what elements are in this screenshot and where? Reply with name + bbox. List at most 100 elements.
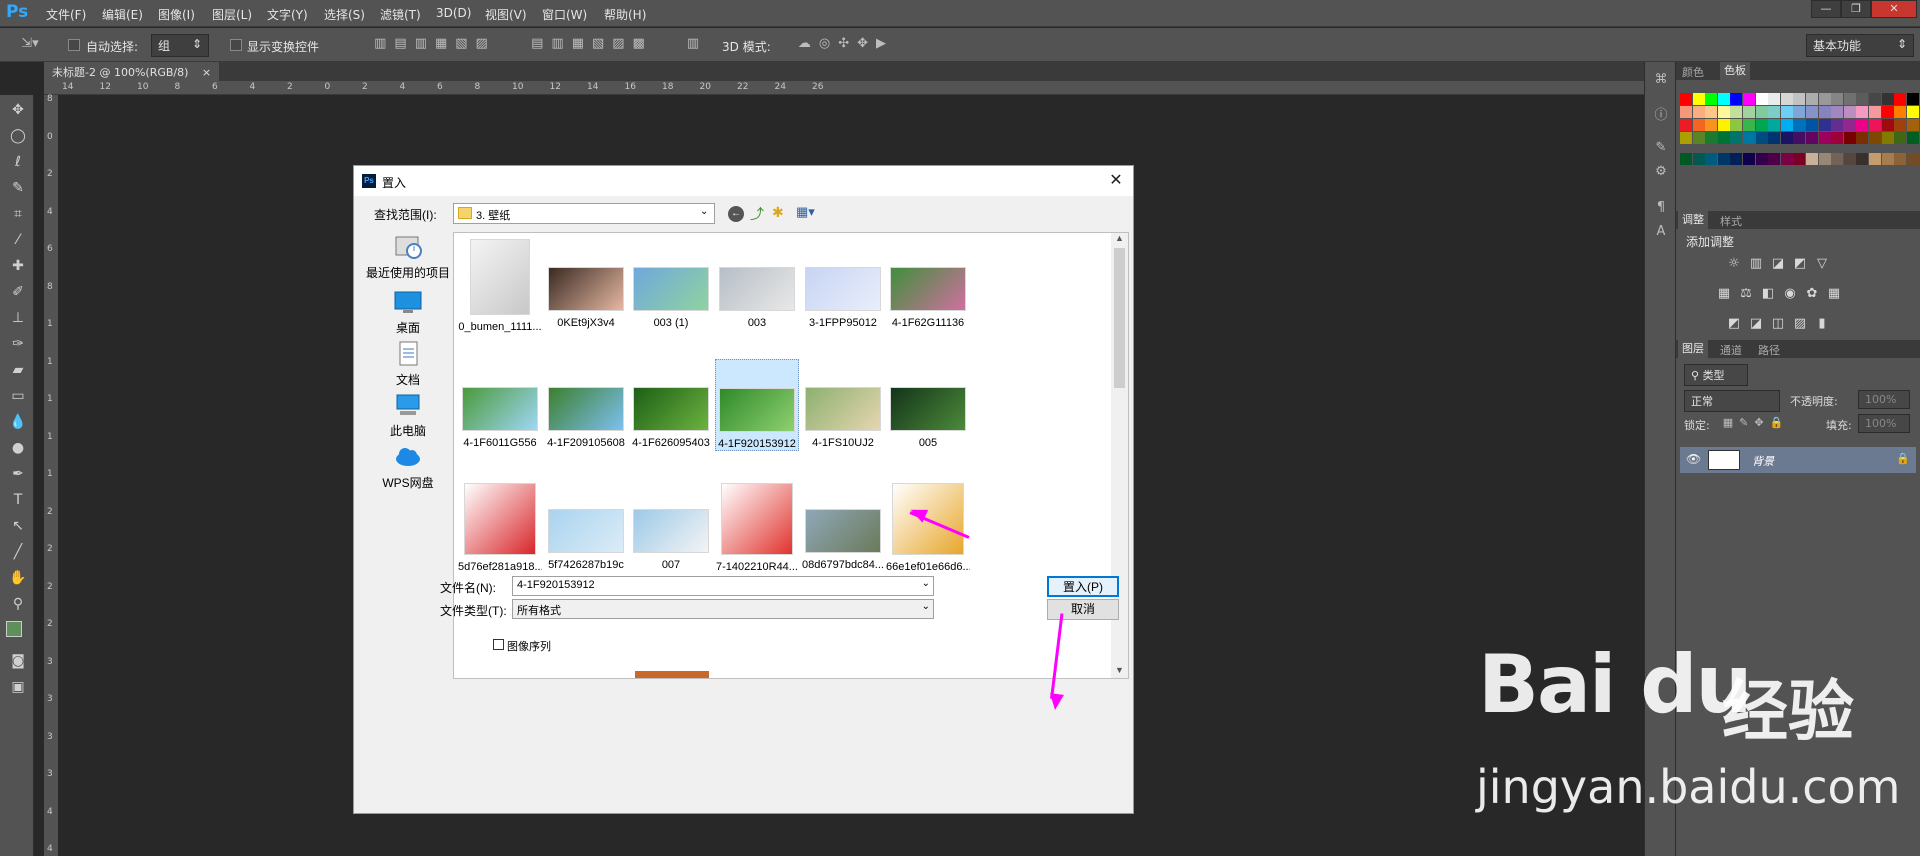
color-swatch[interactable] xyxy=(1881,153,1894,165)
move-tool-preset-icon[interactable]: ⇲▾ xyxy=(20,36,40,51)
color-swatch[interactable] xyxy=(1692,119,1705,131)
distribute-icons[interactable]: ▤▥▦▧▨▩ xyxy=(512,36,672,51)
curves-icon[interactable]: ◪ xyxy=(1770,257,1786,271)
color-swatch[interactable] xyxy=(1881,132,1894,144)
lock-icons[interactable]: ▦✎✥🔒 xyxy=(1716,416,1796,429)
auto-select-checkbox[interactable] xyxy=(68,39,80,51)
file-item[interactable]: 0KEt9jX3v4 xyxy=(544,239,628,329)
fill-input[interactable]: 100% xyxy=(1858,414,1910,433)
color-swatch[interactable] xyxy=(1692,106,1705,118)
threshold-icon[interactable]: ◫ xyxy=(1770,317,1786,331)
color-swatch[interactable] xyxy=(1806,93,1818,105)
color-swatch[interactable] xyxy=(1843,119,1856,131)
path-select-tool-icon[interactable]: ↖ xyxy=(8,516,28,536)
color-swatch[interactable] xyxy=(1806,119,1818,131)
color-swatch[interactable] xyxy=(1717,106,1730,118)
color-swatch[interactable] xyxy=(1743,93,1755,105)
restore-icon[interactable]: ❐ xyxy=(1841,0,1871,18)
tab-styles[interactable]: 样式 xyxy=(1720,213,1742,229)
filetype-dropdown[interactable]: 所有格式 ⌄ xyxy=(512,599,934,619)
clone-source-icon[interactable]: ⚙ xyxy=(1653,164,1669,179)
color-swatch[interactable] xyxy=(1680,106,1692,118)
color-swatch[interactable] xyxy=(1692,153,1705,165)
file-item[interactable]: 4-1F626095403 xyxy=(629,359,713,449)
place-button[interactable]: 置入(P) xyxy=(1047,576,1119,597)
eye-icon[interactable]: 👁 xyxy=(1686,452,1701,466)
image-sequence-checkbox[interactable] xyxy=(493,639,504,650)
gradient-tool-icon[interactable]: ▭ xyxy=(8,386,28,406)
photo-filter-icon[interactable]: ◉ xyxy=(1782,287,1798,301)
color-swatch[interactable] xyxy=(1906,119,1919,131)
blend-mode-dropdown[interactable]: 正常 xyxy=(1684,390,1780,412)
color-swatch[interactable] xyxy=(1717,119,1730,131)
tab-layers[interactable]: 图层 xyxy=(1678,340,1708,358)
color-swatch[interactable] xyxy=(1894,153,1907,165)
color-swatch[interactable] xyxy=(1818,106,1831,118)
swatches-grid[interactable] xyxy=(1680,93,1919,177)
file-item[interactable]: 7-1402210R44... xyxy=(715,481,799,573)
menu-edit[interactable]: 编辑(E) xyxy=(102,6,143,23)
color-lookup-icon[interactable]: ▦ xyxy=(1826,287,1842,301)
gradient-map-icon[interactable]: ▮ xyxy=(1814,317,1830,331)
color-swatch[interactable] xyxy=(1755,106,1768,118)
color-swatch[interactable] xyxy=(1680,132,1692,144)
color-swatch[interactable] xyxy=(1818,132,1831,144)
menu-type[interactable]: 文字(Y) xyxy=(267,6,308,23)
place-this-pc[interactable]: 此电脑 xyxy=(364,391,452,439)
scrollbar-thumb[interactable] xyxy=(1114,248,1125,388)
character-icon[interactable]: A xyxy=(1653,224,1669,239)
levels-icon[interactable]: ▥ xyxy=(1748,257,1764,271)
eyedropper-tool-icon[interactable]: ⁄ xyxy=(8,230,28,250)
menu-window[interactable]: 窗口(W) xyxy=(542,6,587,23)
color-swatch[interactable] xyxy=(1831,132,1844,144)
close-window-icon[interactable]: ✕ xyxy=(1871,0,1917,18)
color-balance-icon[interactable]: ⚖ xyxy=(1738,287,1754,301)
new-folder-icon[interactable]: ✱ xyxy=(772,204,790,222)
color-swatch[interactable] xyxy=(1680,119,1692,131)
file-item[interactable]: 0_bumen_1111... xyxy=(458,239,542,333)
color-swatch[interactable] xyxy=(1768,93,1781,105)
color-swatch[interactable] xyxy=(1780,132,1793,144)
color-swatch[interactable] xyxy=(1793,93,1806,105)
color-swatch[interactable] xyxy=(1894,132,1907,144)
color-swatch[interactable] xyxy=(1780,153,1793,165)
color-swatch[interactable] xyxy=(1755,153,1768,165)
color-swatch[interactable] xyxy=(1793,132,1806,144)
close-tab-icon[interactable]: × xyxy=(202,66,211,79)
auto-select-dropdown[interactable]: 组 ⇕ xyxy=(151,34,209,57)
place-wps-cloud[interactable]: WPS网盘 xyxy=(364,443,452,491)
color-swatch[interactable] xyxy=(1856,93,1869,105)
3d-mode-icons[interactable]: ☁◎✣✥▶ xyxy=(786,36,906,51)
color-swatch[interactable] xyxy=(1843,93,1856,105)
color-swatch[interactable] xyxy=(1831,119,1844,131)
color-swatch[interactable] xyxy=(1743,106,1755,118)
color-swatch[interactable] xyxy=(1894,106,1907,118)
color-swatch[interactable] xyxy=(1730,132,1743,144)
color-swatch[interactable] xyxy=(1869,132,1881,144)
vibrance-icon[interactable]: ▽ xyxy=(1814,257,1830,271)
color-swatch[interactable] xyxy=(1692,132,1705,144)
layer-filter-dropdown[interactable]: ⚲ 类型 xyxy=(1684,364,1748,386)
history-icon[interactable]: ⌘ xyxy=(1653,72,1669,87)
workspace-dropdown[interactable]: 基本功能 ⇕ xyxy=(1806,34,1914,57)
color-swatch[interactable] xyxy=(1856,106,1869,118)
color-swatch[interactable] xyxy=(1717,153,1730,165)
cancel-button[interactable]: 取消 xyxy=(1047,599,1119,620)
color-swatch[interactable] xyxy=(1869,93,1881,105)
color-swatch[interactable] xyxy=(1780,93,1793,105)
menu-filter[interactable]: 滤镜(T) xyxy=(380,6,421,23)
file-item[interactable]: 08d6797bdc84... xyxy=(801,481,885,571)
menu-layer[interactable]: 图层(L) xyxy=(212,6,252,23)
file-item[interactable]: 4-1F62G11136 xyxy=(886,239,970,329)
color-swatch[interactable] xyxy=(1856,132,1869,144)
color-swatch[interactable] xyxy=(1793,106,1806,118)
color-swatch[interactable] xyxy=(1705,153,1718,165)
place-desktop[interactable]: 桌面 xyxy=(364,288,452,336)
posterize-icon[interactable]: ◪ xyxy=(1748,317,1764,331)
filename-input[interactable]: 4-1F920153912 ⌄ xyxy=(512,576,934,596)
brush-tool-icon[interactable]: ✐ xyxy=(8,282,28,302)
color-swatch[interactable] xyxy=(1894,119,1907,131)
color-swatch[interactable] xyxy=(1869,106,1881,118)
up-folder-icon[interactable]: ⤴ xyxy=(750,204,768,222)
color-swatch[interactable] xyxy=(1717,132,1730,144)
